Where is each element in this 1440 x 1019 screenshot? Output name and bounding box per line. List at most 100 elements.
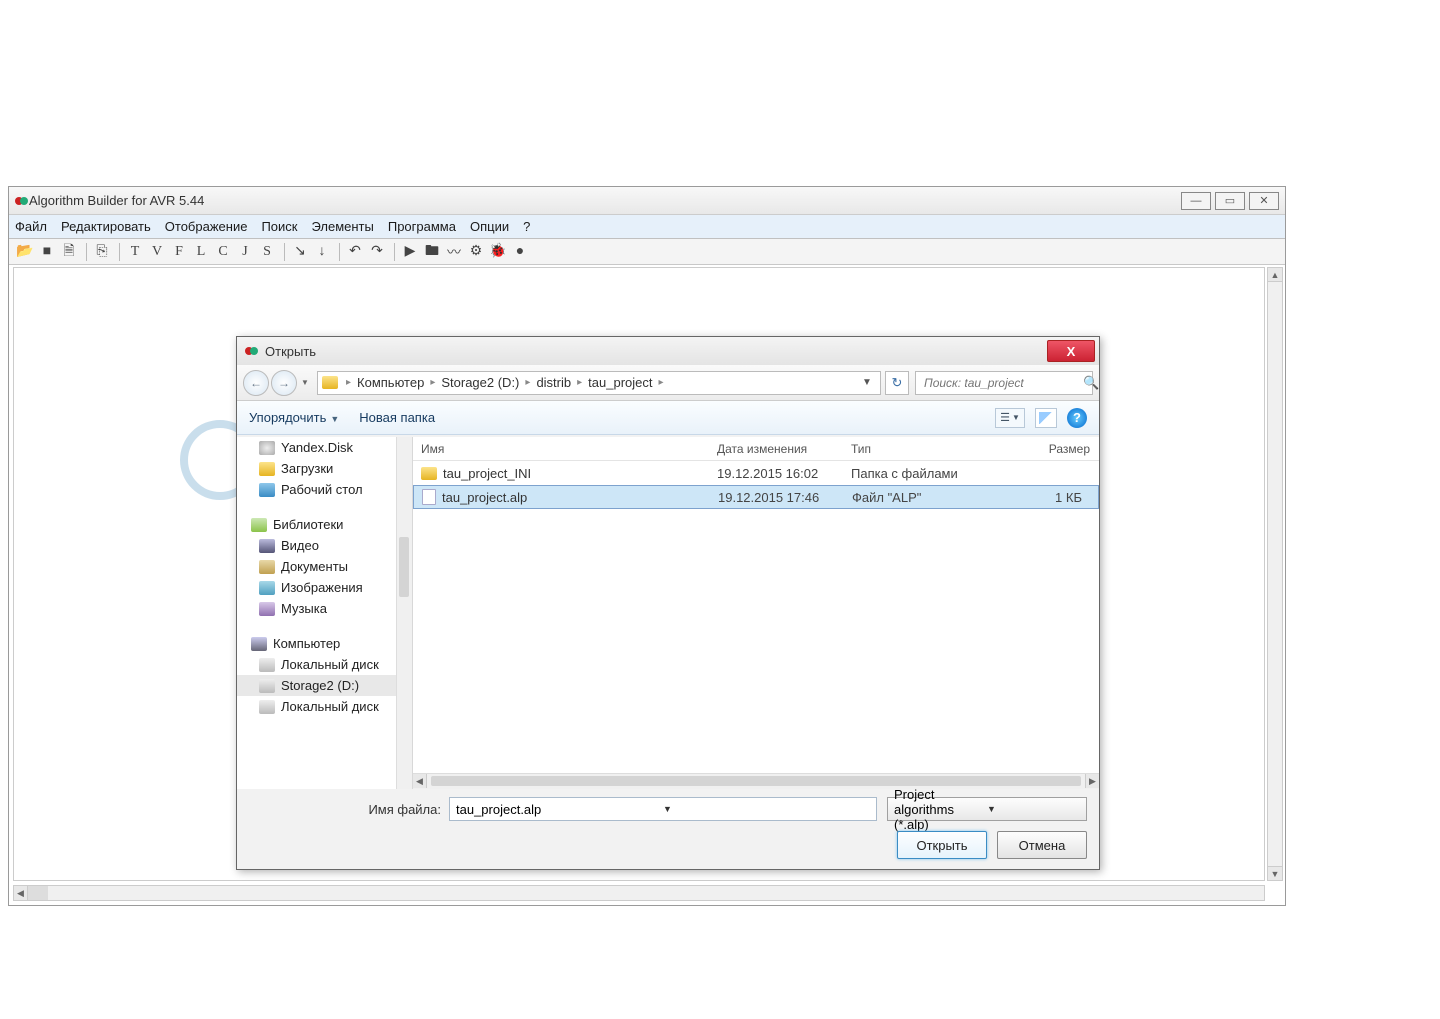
menu-search[interactable]: Поиск: [261, 219, 297, 234]
toolbar: 📂 ■ 🗎 ⎘ T V F L C J S ↘ ↓ ↶ ↷ ▶ 🖿 〰 ⚙ 🐞 …: [9, 239, 1285, 265]
toolbar-letter-t[interactable]: T: [125, 243, 145, 261]
search-box[interactable]: 🔍: [915, 371, 1093, 395]
address-dropdown-icon[interactable]: ▼: [858, 377, 876, 388]
scroll-thumb[interactable]: [28, 886, 48, 900]
close-app-button[interactable]: ✕: [1249, 192, 1279, 210]
nav-forward-button[interactable]: →: [271, 370, 297, 396]
toolbar-run-icon[interactable]: ▶: [400, 243, 420, 261]
folder-icon: [322, 376, 338, 389]
preview-pane-button[interactable]: [1035, 408, 1057, 428]
file-row-selected[interactable]: tau_project.alp 19.12.2015 17:46 Файл "A…: [413, 485, 1099, 509]
minimize-button[interactable]: —: [1181, 192, 1211, 210]
menu-edit[interactable]: Редактировать: [61, 219, 151, 234]
tree-storage2[interactable]: Storage2 (D:): [237, 675, 412, 696]
new-folder-button[interactable]: Новая папка: [359, 410, 435, 425]
breadcrumb-tau-project[interactable]: tau_project: [584, 375, 656, 390]
file-list: Имя Дата изменения Тип Размер tau_projec…: [413, 437, 1099, 789]
tree-images[interactable]: Изображения: [237, 577, 412, 598]
tree-video[interactable]: Видео: [237, 535, 412, 556]
tree-libraries[interactable]: Библиотеки: [237, 514, 412, 535]
filename-field[interactable]: tau_project.alp ▼: [449, 797, 877, 821]
cancel-button[interactable]: Отмена: [997, 831, 1087, 859]
filetype-filter[interactable]: Project algorithms (*.alp) ▼: [887, 797, 1087, 821]
view-mode-button[interactable]: ☰ ▼: [995, 408, 1025, 428]
toolbar-undo-icon[interactable]: ↶: [345, 243, 365, 261]
filename-dropdown-icon[interactable]: ▼: [663, 804, 870, 814]
vertical-scrollbar[interactable]: ▲ ▼: [1267, 267, 1283, 881]
toolbar-letter-s[interactable]: S: [257, 243, 277, 261]
toolbar-letter-j[interactable]: J: [235, 243, 255, 261]
toolbar-chip-icon[interactable]: 🖿: [422, 243, 442, 261]
filename-label: Имя файла:: [249, 802, 449, 817]
toolbar-letter-c[interactable]: C: [213, 243, 233, 261]
menu-program[interactable]: Программа: [388, 219, 456, 234]
scroll-left-icon[interactable]: ◀: [14, 886, 28, 900]
images-icon: [259, 581, 275, 595]
nav-back-button[interactable]: ←: [243, 370, 269, 396]
search-input[interactable]: [922, 375, 1083, 391]
dialog-titlebar: Открыть X: [237, 337, 1099, 365]
scroll-up-icon[interactable]: ▲: [1268, 268, 1282, 282]
filename-value: tau_project.alp: [456, 802, 663, 817]
column-size[interactable]: Размер: [977, 442, 1099, 456]
tree-desktop[interactable]: Рабочий стол: [237, 479, 412, 500]
tree-local-disk-c[interactable]: Локальный диск: [237, 654, 412, 675]
app-icon: [15, 194, 29, 208]
toolbar-letter-l[interactable]: L: [191, 243, 211, 261]
toolbar-down-icon[interactable]: ↓: [312, 243, 332, 261]
organize-button[interactable]: Упорядочить▼: [249, 410, 339, 425]
menu-help[interactable]: ?: [523, 219, 530, 234]
toolbar-copy-icon[interactable]: ⎘: [92, 243, 112, 261]
toolbar-bug-icon[interactable]: 🐞: [488, 243, 508, 261]
tree-yandex-disk[interactable]: Yandex.Disk: [237, 437, 412, 458]
scroll-down-icon[interactable]: ▼: [1268, 866, 1282, 880]
scroll-thumb[interactable]: [399, 537, 409, 597]
toolbar-doc-icon[interactable]: 🗎: [59, 243, 79, 261]
toolbar-letter-v[interactable]: V: [147, 243, 167, 261]
scroll-left-icon[interactable]: ◀: [413, 774, 427, 788]
breadcrumb-distrib[interactable]: distrib: [532, 375, 575, 390]
toolbar-open-icon[interactable]: 📂: [15, 243, 35, 261]
toolbar-save-icon[interactable]: ■: [37, 243, 57, 261]
horizontal-scrollbar[interactable]: ◀: [13, 885, 1265, 901]
toolbar-wave-icon[interactable]: 〰: [444, 243, 464, 261]
toolbar-tool-icon[interactable]: ⚙: [466, 243, 486, 261]
refresh-button[interactable]: ↻: [885, 371, 909, 395]
menu-view[interactable]: Отображение: [165, 219, 248, 234]
toolbar-redo-icon[interactable]: ↷: [367, 243, 387, 261]
breadcrumb-separator-icon: ▸: [656, 377, 665, 388]
tree-downloads[interactable]: Загрузки: [237, 458, 412, 479]
scroll-right-icon[interactable]: ▶: [1085, 774, 1099, 788]
column-name[interactable]: Имя: [413, 442, 709, 456]
toolbar-stop-icon[interactable]: ●: [510, 243, 530, 261]
maximize-button[interactable]: ▭: [1215, 192, 1245, 210]
scroll-thumb[interactable]: [431, 776, 1081, 786]
file-type: Файл "ALP": [844, 490, 978, 505]
tree-music[interactable]: Музыка: [237, 598, 412, 619]
tree-scrollbar[interactable]: [396, 437, 412, 789]
toolbar-letter-f[interactable]: F: [169, 243, 189, 261]
menu-file[interactable]: Файл: [15, 219, 47, 234]
tree-computer[interactable]: Компьютер: [237, 633, 412, 654]
drive-icon: [259, 658, 275, 672]
search-icon[interactable]: 🔍: [1083, 375, 1099, 391]
file-row-folder[interactable]: tau_project_INI 19.12.2015 16:02 Папка с…: [413, 461, 1099, 485]
menu-options[interactable]: Опции: [470, 219, 509, 234]
menu-elements[interactable]: Элементы: [311, 219, 373, 234]
file-list-scrollbar[interactable]: ◀ ▶: [413, 773, 1099, 789]
column-date[interactable]: Дата изменения: [709, 442, 843, 456]
dialog-close-button[interactable]: X: [1047, 340, 1095, 362]
menubar: Файл Редактировать Отображение Поиск Эле…: [9, 215, 1285, 239]
folder-icon: [421, 467, 437, 480]
filter-dropdown-icon[interactable]: ▼: [987, 804, 1080, 814]
breadcrumb-drive[interactable]: Storage2 (D:): [437, 375, 523, 390]
toolbar-arrow-icon[interactable]: ↘: [290, 243, 310, 261]
nav-history-dropdown[interactable]: ▼: [299, 370, 311, 396]
tree-documents[interactable]: Документы: [237, 556, 412, 577]
column-type[interactable]: Тип: [843, 442, 977, 456]
tree-local-disk-e[interactable]: Локальный диск: [237, 696, 412, 717]
help-icon[interactable]: ?: [1067, 408, 1087, 428]
address-bar[interactable]: ▸ Компьютер ▸ Storage2 (D:) ▸ distrib ▸ …: [317, 371, 881, 395]
breadcrumb-computer[interactable]: Компьютер: [353, 375, 428, 390]
open-button[interactable]: Открыть: [897, 831, 987, 859]
